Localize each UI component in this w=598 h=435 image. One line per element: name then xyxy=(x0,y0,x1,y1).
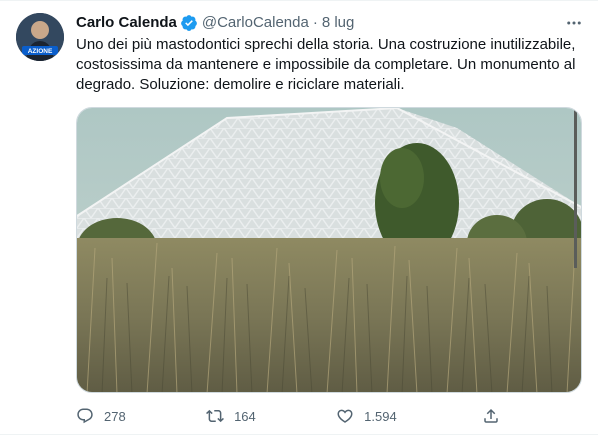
verified-badge-icon xyxy=(180,14,198,32)
like-button[interactable]: 1.594 xyxy=(328,401,474,431)
author-avatar[interactable]: AZIONE xyxy=(16,13,64,61)
more-options-icon[interactable] xyxy=(562,11,586,35)
tweet-date[interactable]: 8 lug xyxy=(322,13,355,33)
retweet-count: 164 xyxy=(234,408,256,424)
reply-count: 278 xyxy=(104,408,126,424)
tweet-photo[interactable] xyxy=(76,107,582,393)
retweet-button[interactable]: 164 xyxy=(198,401,328,431)
tweet-card[interactable]: AZIONE Carlo Calenda @CarloCalenda · 8 l… xyxy=(0,0,598,435)
author-name[interactable]: Carlo Calenda xyxy=(76,13,177,33)
reply-button[interactable]: 278 xyxy=(68,401,198,431)
like-count: 1.594 xyxy=(364,408,397,424)
tweet-text: Uno dei più mastodontici sprechi della s… xyxy=(76,36,576,93)
author-handle[interactable]: @CarloCalenda xyxy=(202,13,309,33)
heart-icon xyxy=(328,401,362,431)
tweet-header: Carlo Calenda @CarloCalenda · 8 lug xyxy=(76,13,354,33)
avatar-badge-text: AZIONE xyxy=(28,48,53,55)
retweet-icon xyxy=(198,401,232,431)
tweet-actions-bar: 278 164 1.594 xyxy=(68,401,508,431)
separator-dot: · xyxy=(312,14,318,31)
share-icon xyxy=(474,401,508,431)
reply-icon xyxy=(68,401,102,431)
share-button[interactable] xyxy=(474,401,508,431)
